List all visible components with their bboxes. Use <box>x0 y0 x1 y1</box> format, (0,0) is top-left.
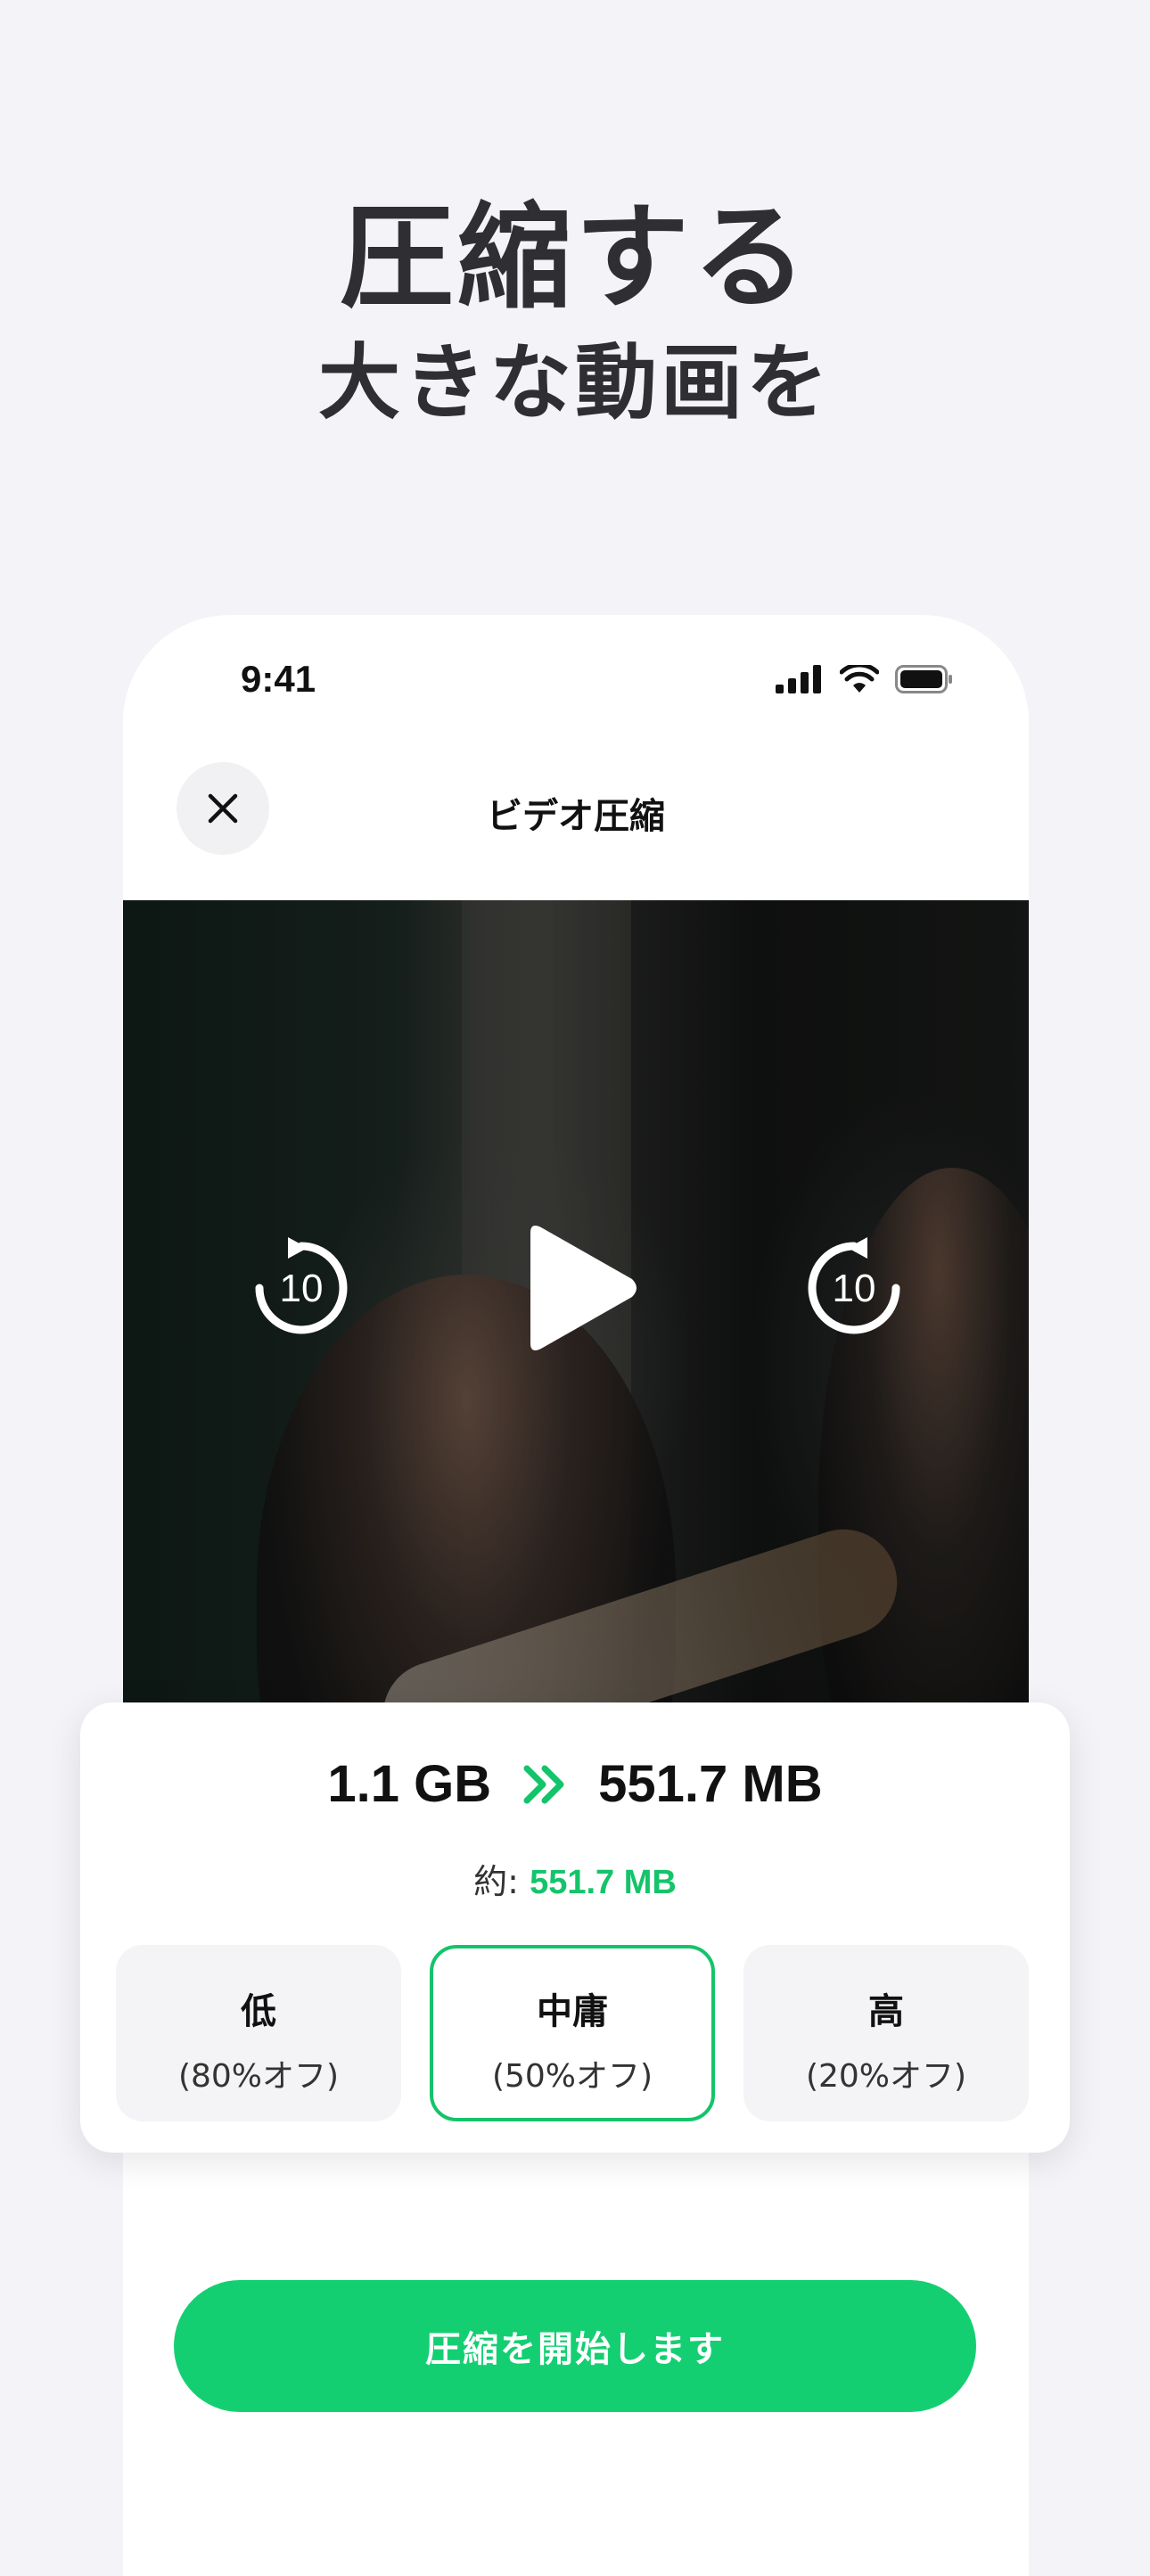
status-bar: 9:41 <box>123 615 1029 740</box>
quality-options: 低 (80%オフ) 中庸 (50%オフ) 高 (20%オフ) <box>116 1945 1034 2121</box>
rewind-10-button[interactable]: 10 <box>243 1230 359 1346</box>
compression-card: 1.1 GB 551.7 MB 約: 551.7 MB 低 (80%オフ) 中庸… <box>80 1702 1070 2153</box>
quality-option-label: 高 <box>868 1991 904 2032</box>
approx-label: 約: <box>473 1862 519 1901</box>
forward-seconds-label: 10 <box>832 1267 876 1310</box>
quality-option-medium[interactable]: 中庸 (50%オフ) <box>430 1945 715 2121</box>
status-icons <box>776 665 954 693</box>
result-size: 551.7 MB <box>598 1755 823 1813</box>
quality-option-label: 低 <box>241 1991 276 2032</box>
play-button[interactable] <box>511 1217 645 1359</box>
cellular-signal-icon <box>776 665 821 693</box>
size-comparison: 1.1 GB 551.7 MB <box>80 1754 1070 1814</box>
page-title: ビデオ圧縮 <box>487 796 665 837</box>
battery-icon <box>895 665 952 693</box>
wifi-icon <box>840 665 879 693</box>
video-preview[interactable]: 10 10 <box>123 900 1029 1756</box>
play-icon <box>530 1226 637 1350</box>
nav-bar: ビデオ圧縮 <box>123 762 1029 860</box>
double-chevron-right-icon <box>523 1765 564 1803</box>
rewind-seconds-label: 10 <box>279 1267 324 1310</box>
status-time: 9:41 <box>241 658 316 700</box>
headline-line1: 圧縮する <box>339 192 810 324</box>
original-size: 1.1 GB <box>327 1755 492 1813</box>
start-compression-button[interactable]: 圧縮を開始します <box>174 2280 976 2412</box>
quality-option-label: 中庸 <box>537 1991 608 2032</box>
quality-option-high[interactable]: 高 (20%オフ) <box>743 1945 1029 2121</box>
quality-option-reduction: (50%オフ) <box>491 2058 653 2095</box>
headline-line2: 大きな動画を <box>317 334 832 431</box>
quality-option-reduction: (20%オフ) <box>805 2058 967 2095</box>
forward-10-button[interactable]: 10 <box>796 1230 912 1346</box>
marketing-headline: 圧縮する 大きな動画を <box>0 192 1150 431</box>
quality-option-reduction: (80%オフ) <box>177 2058 340 2095</box>
approx-value: 551.7 MB <box>530 1864 677 1901</box>
quality-option-low[interactable]: 低 (80%オフ) <box>116 1945 401 2121</box>
approx-size: 約: 551.7 MB <box>80 1854 1070 1903</box>
